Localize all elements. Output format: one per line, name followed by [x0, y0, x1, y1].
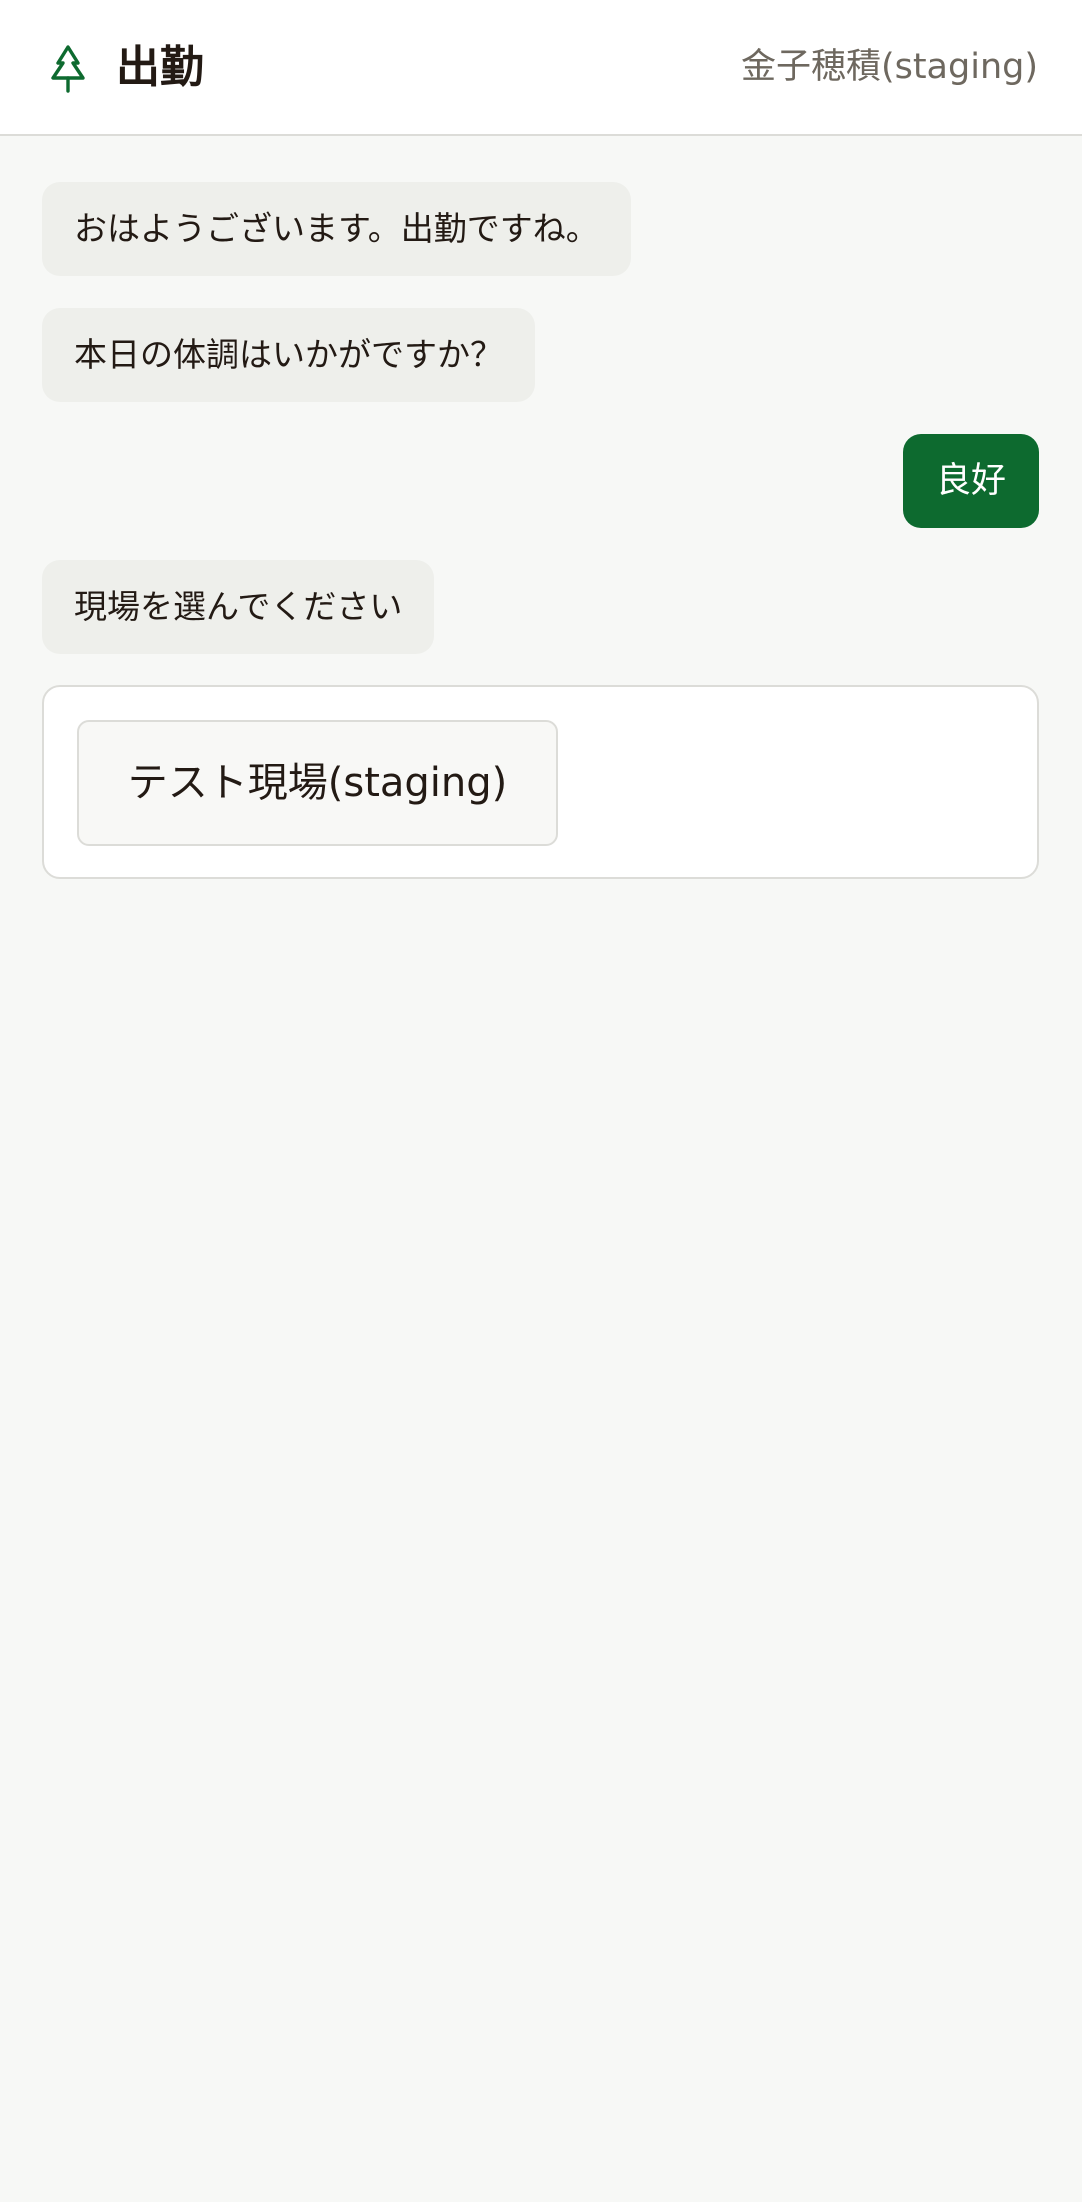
site-option-button[interactable]: テスト現場(staging) [77, 720, 558, 846]
bot-message: 本日の体調はいかがですか？ [42, 308, 535, 402]
tree-icon [51, 45, 85, 93]
user-name: 金子穂積(staging) [740, 47, 1038, 87]
bot-message: 現場を選んでください [42, 560, 435, 654]
page-title: 出勤 [116, 42, 204, 93]
site-choice-panel: テスト現場(staging) [42, 685, 1039, 879]
bot-message: おはようございます。出勤ですね。 [42, 182, 631, 276]
app-header: 出勤 金子穂積(staging) [0, 0, 1082, 136]
user-message: 良好 [902, 434, 1039, 528]
